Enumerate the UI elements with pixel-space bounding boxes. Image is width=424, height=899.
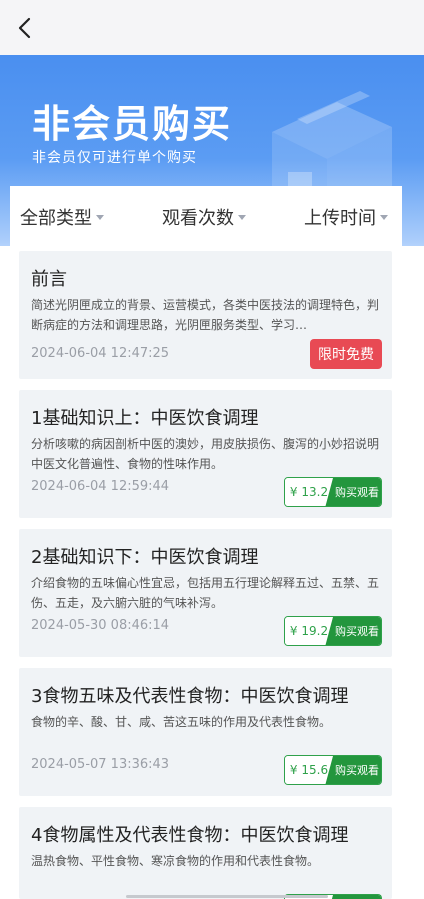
buy-button[interactable]: ¥ 13.2 购买观看 [284, 477, 382, 507]
caret-down-icon [380, 214, 388, 220]
course-card[interactable]: 前言 简述光阴匣成立的背景、运营模式，各类中医技法的调理特色，判断病症的方法和调… [19, 251, 392, 379]
course-list: 前言 简述光阴匣成立的背景、运营模式，各类中医技法的调理特色，判断病症的方法和调… [0, 246, 424, 899]
course-title: 前言 [31, 269, 67, 290]
course-title: 2基础知识下：中医饮食调理 [31, 547, 259, 568]
chevron-left-icon [18, 17, 31, 39]
course-description: 介绍食物的五味偏心性宜忌，包括用五行理论解释五过、五禁、五伤、五走，及六腑六脏的… [31, 576, 380, 610]
course-date: 2024-05-30 08:46:14 [31, 618, 170, 633]
course-description: 温热食物、平性食物、寒凉食物的作用和代表性食物。 [31, 854, 320, 868]
filter-type-label: 全部类型 [20, 208, 92, 229]
buy-button[interactable]: ¥ 19.2 购买观看 [284, 616, 382, 646]
course-title: 3食物五味及代表性食物：中医饮食调理 [31, 686, 349, 707]
page-title: 非会员购买 [32, 102, 233, 146]
filter-bar: 全部类型 观看次数 上传时间 [10, 186, 402, 246]
filter-views-label: 观看次数 [162, 208, 234, 229]
back-button[interactable] [8, 10, 44, 46]
page-subtitle: 非会员仅可进行单个购买 [32, 150, 197, 166]
caret-down-icon [238, 214, 246, 220]
course-description: 分析咳嗽的病因剖析中医的澳妙，用皮肤损伤、腹泻的小妙招说明中医文化普遍性、食物的… [31, 437, 380, 471]
buy-label: 购买观看 [325, 756, 381, 784]
top-bar [0, 0, 424, 56]
filter-upload-time[interactable]: 上传时间 [304, 204, 388, 230]
course-description: 食物的辛、酸、甘、咸、苦这五味的作用及代表性食物。 [31, 715, 332, 729]
course-card[interactable]: 2基础知识下：中医饮食调理 介绍食物的五味偏心性宜忌，包括用五行理论解释五过、五… [19, 529, 392, 657]
course-card[interactable]: 4食物属性及代表性食物：中医饮食调理 温热食物、平性食物、寒凉食物的作用和代表性… [19, 807, 392, 899]
buy-label: 购买观看 [325, 478, 381, 506]
buy-label: 购买观看 [325, 617, 381, 645]
course-title: 4食物属性及代表性食物：中医饮食调理 [31, 825, 349, 846]
course-date: 2024-06-04 12:59:44 [31, 479, 170, 494]
course-date: 2024-06-04 12:47:25 [31, 346, 170, 361]
filter-type[interactable]: 全部类型 [20, 204, 104, 230]
caret-down-icon [96, 214, 104, 220]
course-date: 2024-05-07 13:36:43 [31, 757, 170, 772]
course-description: 简述光阴匣成立的背景、运营模式，各类中医技法的调理特色，判断病症的方法和调理思路… [31, 298, 380, 332]
course-card[interactable]: 3食物五味及代表性食物：中医饮食调理 食物的辛、酸、甘、咸、苦这五味的作用及代表… [19, 668, 392, 796]
buy-label [325, 895, 381, 899]
filter-upload-time-label: 上传时间 [304, 208, 376, 229]
free-badge[interactable]: 限时免费 [310, 339, 382, 369]
course-card[interactable]: 1基础知识上：中医饮食调理 分析咳嗽的病因剖析中医的澳妙，用皮肤损伤、腹泻的小妙… [19, 390, 392, 518]
course-title: 1基础知识上：中医饮食调理 [31, 408, 259, 429]
buy-button[interactable]: ¥ 15.6 购买观看 [284, 755, 382, 785]
filter-views[interactable]: 观看次数 [162, 204, 246, 230]
scrollbar[interactable] [126, 895, 328, 898]
